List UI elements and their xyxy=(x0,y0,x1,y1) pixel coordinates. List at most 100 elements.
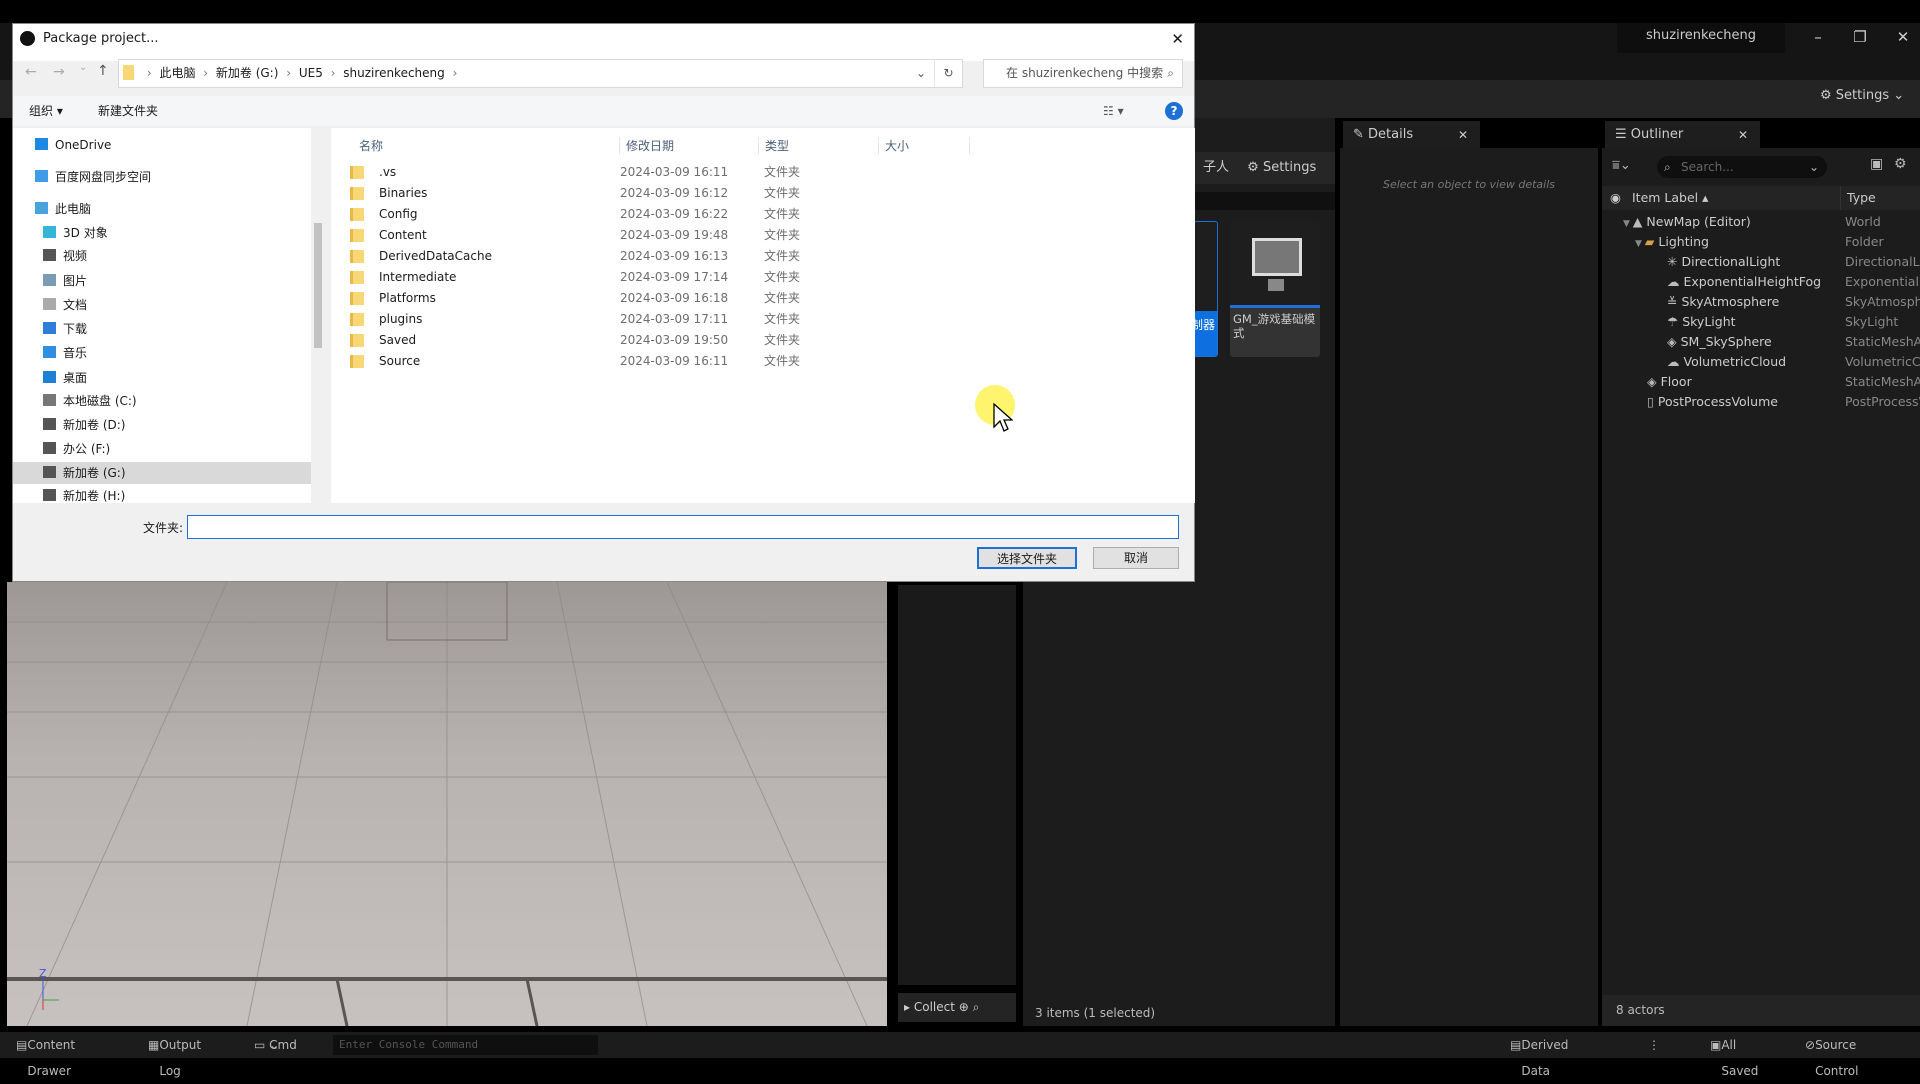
nav-item[interactable]: 办公 (F:) xyxy=(13,438,311,460)
nav-item[interactable]: 视频 xyxy=(13,245,311,267)
pictures-icon xyxy=(43,274,56,286)
outliner-row[interactable]: ✳ DirectionalLightDirectionalLight xyxy=(1602,252,1920,272)
onedrive-icon xyxy=(35,138,48,150)
back-icon[interactable]: ← xyxy=(25,64,37,80)
col-name[interactable]: 名称 xyxy=(359,137,383,154)
nav-item[interactable]: 图片 xyxy=(13,270,311,292)
breadcrumb-item[interactable]: 此电脑 xyxy=(159,66,195,80)
col-item-label[interactable]: Item Label ▴ xyxy=(1632,186,1708,210)
view-options-icon[interactable]: ☷ ▾ xyxy=(1103,96,1124,126)
drive-icon xyxy=(43,418,56,430)
outliner-row[interactable]: ▯ PostProcessVolumePostProcessVolume xyxy=(1602,392,1920,412)
folder-icon xyxy=(350,334,364,347)
content-drawer-button[interactable]: ▤ Content Drawer xyxy=(16,1032,75,1078)
add-folder-icon[interactable]: ▣ xyxy=(1870,156,1883,172)
nav-item[interactable]: 新加卷 (H:) xyxy=(13,485,311,503)
nav-item[interactable]: 桌面 xyxy=(13,367,311,389)
forward-icon[interactable]: → xyxy=(53,64,65,80)
select-folder-button[interactable]: 选择文件夹 xyxy=(977,547,1077,569)
outliner-row[interactable]: ◈ FloorStaticMeshActor xyxy=(1602,372,1920,392)
col-type[interactable]: Type xyxy=(1840,186,1876,210)
file-row[interactable]: Saved 2024-03-09 19:50 文件夹 xyxy=(331,330,1195,351)
breadcrumb-item[interactable]: UE5 xyxy=(299,66,323,80)
directional-light-icon: ✳ xyxy=(1667,254,1678,269)
col-type[interactable]: 类型 xyxy=(758,137,789,154)
file-row[interactable]: Source 2024-03-09 16:11 文件夹 xyxy=(331,351,1195,372)
console-input[interactable]: Enter Console Command xyxy=(333,1035,598,1055)
cancel-button[interactable]: 取消 xyxy=(1093,547,1179,569)
organize-menu[interactable]: 组织 ▾ xyxy=(29,96,63,126)
list-icon: ☰ xyxy=(1615,127,1627,142)
gear-icon[interactable]: ⚙ xyxy=(1894,156,1907,172)
outliner-row[interactable]: ▼ ▰ Lighting Folder xyxy=(1602,232,1920,252)
package-project-dialog: Package project... ✕ ← → ⌄ ↑ › 此电脑 › 新加卷… xyxy=(12,23,1195,582)
outliner-row[interactable]: ☁ VolumetricCloudVolumetricCloud xyxy=(1602,352,1920,372)
file-row[interactable]: Binaries 2024-03-09 16:12 文件夹 xyxy=(331,183,1195,204)
filter-icon[interactable]: ⩸⌄ xyxy=(1612,158,1631,173)
tab-outliner[interactable]: ☰ Outliner ✕ xyxy=(1605,121,1760,149)
project-tab[interactable]: shuzirenkecheng xyxy=(1617,23,1785,53)
file-row[interactable]: Config 2024-03-09 16:22 文件夹 xyxy=(331,204,1195,225)
cmd-dropdown[interactable]: ▭ Cmd ⌄ xyxy=(254,1032,297,1058)
derived-data-button[interactable]: ▤ Derived Data xyxy=(1510,1032,1568,1078)
outliner-row[interactable]: ▼ ▲ NewMap (Editor) World xyxy=(1602,212,1920,232)
close-icon[interactable]: ✕ xyxy=(1171,24,1184,54)
outliner-row[interactable]: ☂ SkyLight SkyLight xyxy=(1602,312,1920,332)
documents-icon xyxy=(43,298,56,310)
nav-item[interactable]: 3D 对象 xyxy=(13,222,311,244)
settings-button[interactable]: ⚙ Settings ⌄ xyxy=(1820,88,1904,103)
outliner-row[interactable]: ◈ SM_SkySphereStaticMeshActor xyxy=(1602,332,1920,352)
refresh-icon[interactable]: ↻ xyxy=(934,60,962,87)
folder-input[interactable] xyxy=(187,515,1179,539)
tab-details[interactable]: ✎ Details ✕ xyxy=(1343,121,1480,149)
address-bar[interactable]: › 此电脑 › 新加卷 (G:) › UE5 › shuzirenkecheng… xyxy=(118,59,963,88)
col-date[interactable]: 修改日期 xyxy=(619,137,674,154)
up-icon[interactable]: ↑ xyxy=(97,63,109,79)
nav-item[interactable]: 下载 xyxy=(13,318,311,340)
file-row[interactable]: DerivedDataCache 2024-03-09 16:13 文件夹 xyxy=(331,246,1195,267)
nav-item[interactable]: 新加卷 (G:) xyxy=(13,462,311,484)
collections-bar[interactable]: ▸ Collect ⊕ ⌕ xyxy=(898,993,1016,1022)
outliner-search-input[interactable]: Search... ⌄ ⌕ xyxy=(1657,156,1827,178)
static-mesh-icon: ◈ xyxy=(1667,334,1677,349)
breadcrumb-item[interactable]: shuzirenkecheng xyxy=(343,66,444,80)
folder-icon xyxy=(350,166,364,179)
file-row[interactable]: Platforms 2024-03-09 16:18 文件夹 xyxy=(331,288,1195,309)
gamemode-icon xyxy=(1252,238,1302,276)
new-folder-button[interactable]: 新建文件夹 xyxy=(98,96,158,126)
minimize-icon[interactable]: – xyxy=(1803,28,1833,50)
output-log-button[interactable]: ▦ Output Log xyxy=(148,1032,201,1078)
nav-item[interactable]: 文档 xyxy=(13,294,311,316)
recent-dropdown-icon[interactable]: ⌄ xyxy=(79,62,87,73)
all-saved-button[interactable]: ▣ All Saved xyxy=(1710,1032,1758,1078)
level-viewport[interactable]: Z xyxy=(7,582,887,1026)
nav-item[interactable]: 百度网盘同步空间 xyxy=(13,166,311,188)
restore-icon[interactable]: ❐ xyxy=(1845,28,1875,50)
outliner-row[interactable]: ☁ ExponentialHeightFogExponentialHeightF… xyxy=(1602,272,1920,292)
close-icon[interactable]: ✕ xyxy=(1888,28,1918,50)
more-icon[interactable]: ⋮ xyxy=(1648,1032,1660,1058)
file-row[interactable]: plugins 2024-03-09 17:11 文件夹 xyxy=(331,309,1195,330)
nav-item[interactable]: 音乐 xyxy=(13,342,311,364)
history-dropdown-icon[interactable]: ⌄ xyxy=(916,60,926,87)
static-mesh-icon: ◈ xyxy=(1647,374,1657,389)
nav-scrollbar[interactable] xyxy=(311,128,325,503)
file-row[interactable]: Intermediate 2024-03-09 17:14 文件夹 xyxy=(331,267,1195,288)
file-row[interactable]: .vs 2024-03-09 16:11 文件夹 xyxy=(331,162,1195,183)
outliner-row[interactable]: ≚ SkyAtmosphereSkyAtmosphere xyxy=(1602,292,1920,312)
nav-item[interactable]: 新加卷 (D:) xyxy=(13,414,311,436)
folder-search-input[interactable]: 在 shuzirenkecheng 中搜索 ⌕ xyxy=(983,59,1183,88)
asset-tile-gamemode[interactable]: GM_游戏基础模式 xyxy=(1230,221,1320,357)
nav-item[interactable]: 此电脑 xyxy=(13,198,311,220)
content-settings-button[interactable]: ⚙ Settings xyxy=(1247,160,1316,175)
nav-item[interactable]: OneDrive xyxy=(13,134,311,156)
file-row[interactable]: Content 2024-03-09 19:48 文件夹 xyxy=(331,225,1195,246)
nav-item[interactable]: 本地磁盘 (C:) xyxy=(13,390,311,412)
help-icon[interactable]: ? xyxy=(1165,102,1183,120)
source-control-button[interactable]: ⊘ Source Control xyxy=(1805,1032,1858,1078)
drive-icon xyxy=(43,442,56,454)
col-size[interactable]: 大小 xyxy=(878,137,971,154)
breadcrumb-item[interactable]: 新加卷 (G:) xyxy=(216,66,279,80)
items-count: 3 items (1 selected) xyxy=(1035,1006,1156,1020)
folder-label: 文件夹: xyxy=(143,521,184,535)
